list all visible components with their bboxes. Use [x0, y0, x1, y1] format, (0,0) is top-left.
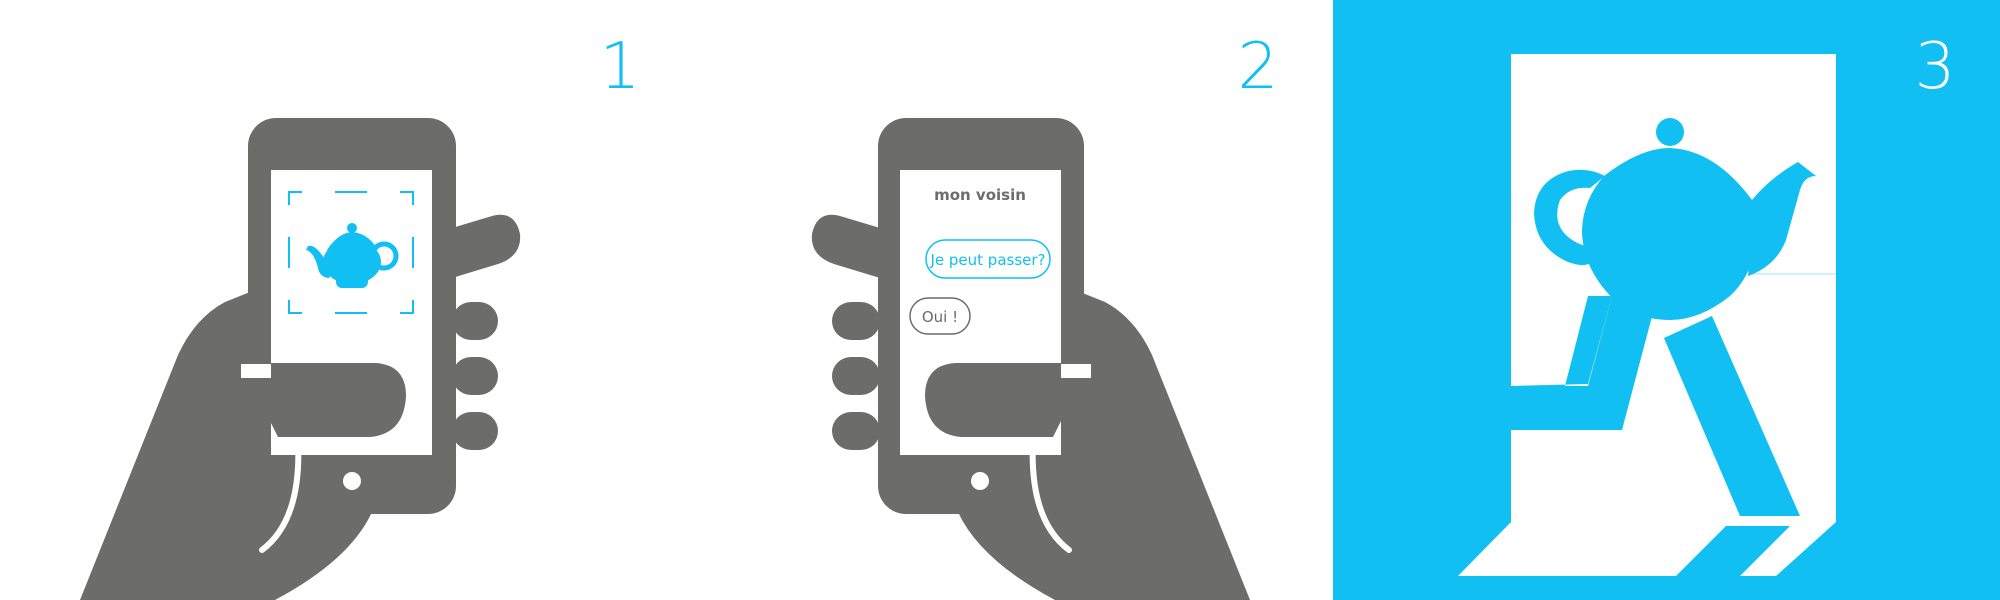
- steps-canvas: 1 2 mon voisin Je peut passer? Oui ! 3: [80, 0, 2000, 600]
- step-3-panel: 3: [1333, 0, 2000, 600]
- step-3-number: 3: [1915, 30, 1956, 104]
- step-2-number: 2: [1238, 30, 1279, 104]
- finger-2: [452, 302, 498, 340]
- phone-home-button: [971, 472, 989, 490]
- hand-phone-chat-icon: mon voisin Je peut passer? Oui !: [811, 118, 1250, 600]
- finger-3: [452, 357, 498, 395]
- steps-illustration: 1 2 mon voisin Je peut passer? Oui ! 3: [0, 0, 2000, 600]
- chat-message-reply: Oui !: [922, 308, 958, 326]
- screen-edge-highlight: [241, 364, 271, 378]
- chat-message-sent: Je peut passer?: [929, 251, 1045, 269]
- finger-2: [832, 302, 880, 340]
- step-1-panel: 1: [80, 30, 640, 600]
- screen-edge-highlight: [1061, 364, 1091, 378]
- chat-contact-name: mon voisin: [934, 186, 1026, 204]
- finger-4: [452, 412, 498, 450]
- finger-top: [811, 214, 880, 278]
- teapot-walking-through-door-icon: [1458, 54, 1836, 576]
- finger-4: [832, 412, 880, 450]
- finger-3: [832, 357, 880, 395]
- step-1-number: 1: [600, 30, 641, 104]
- hand-phone-scan-teapot-icon: [80, 118, 521, 600]
- step-2-panel: 2 mon voisin Je peut passer? Oui !: [811, 30, 1279, 600]
- finger-top: [452, 214, 521, 278]
- phone-home-button: [343, 472, 361, 490]
